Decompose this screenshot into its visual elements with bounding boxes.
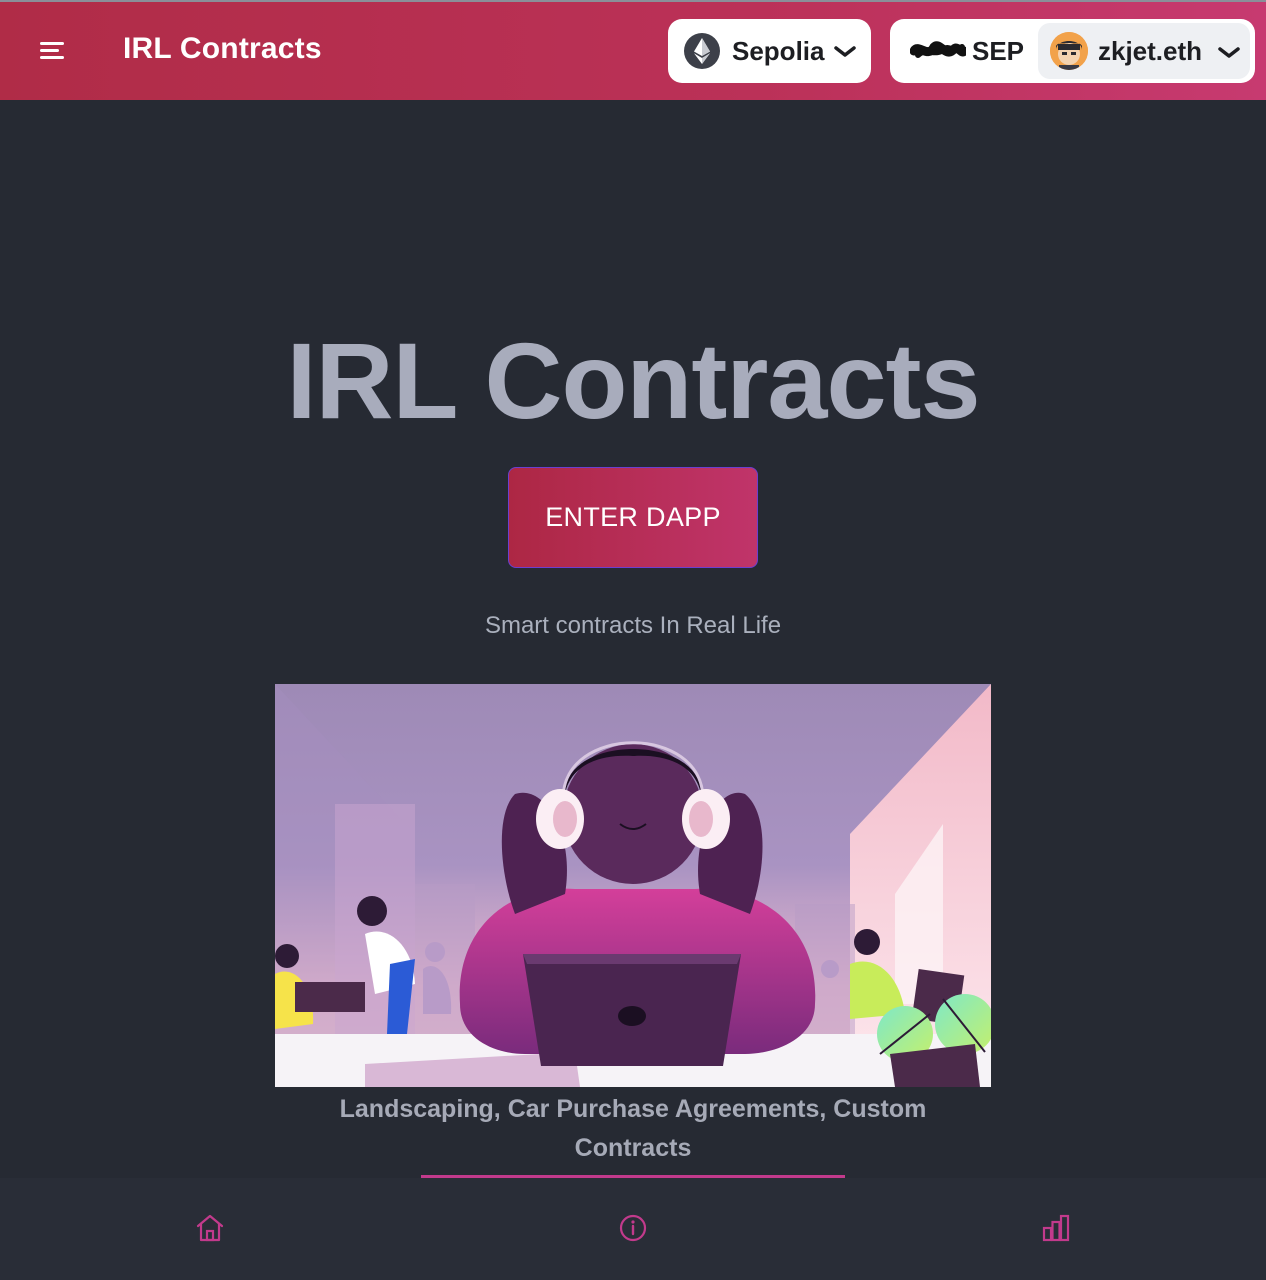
info-icon	[619, 1214, 647, 1242]
bottom-nav	[0, 1178, 1266, 1280]
nav-info[interactable]	[617, 1212, 649, 1244]
network-label: Sepolia	[732, 36, 825, 66]
hero-illustration	[275, 684, 991, 1087]
chevron-down-icon	[834, 46, 856, 57]
home-icon	[196, 1214, 224, 1242]
balance-currency: SEP	[972, 36, 1025, 66]
enter-dapp-button[interactable]: ENTER DAPP	[508, 467, 758, 568]
avatar	[1050, 32, 1088, 70]
menu-icon[interactable]	[36, 36, 70, 66]
app-title[interactable]: IRL Contracts	[123, 32, 322, 66]
hero-caption: Landscaping, Car Purchase Agreements, Cu…	[339, 1095, 927, 1162]
account-label: zkjet.eth	[1098, 36, 1203, 66]
bar-chart-icon	[1042, 1214, 1070, 1242]
nav-home[interactable]	[194, 1212, 226, 1244]
hero-tagline: Smart contracts In Real Life	[484, 612, 782, 639]
top-app-bar: IRL Contracts Sepolia SEP zkjet.eth	[0, 0, 1266, 100]
account-button[interactable]: zkjet.eth	[1038, 23, 1250, 79]
ethereum-icon	[684, 33, 720, 69]
nav-stats[interactable]	[1040, 1212, 1072, 1244]
network-selector-button[interactable]: Sepolia	[668, 19, 871, 83]
hero-title: IRL Contracts	[286, 320, 980, 441]
redacted-balance	[910, 41, 966, 58]
chevron-down-icon	[1218, 47, 1240, 58]
account-box: SEP zkjet.eth	[890, 19, 1255, 83]
